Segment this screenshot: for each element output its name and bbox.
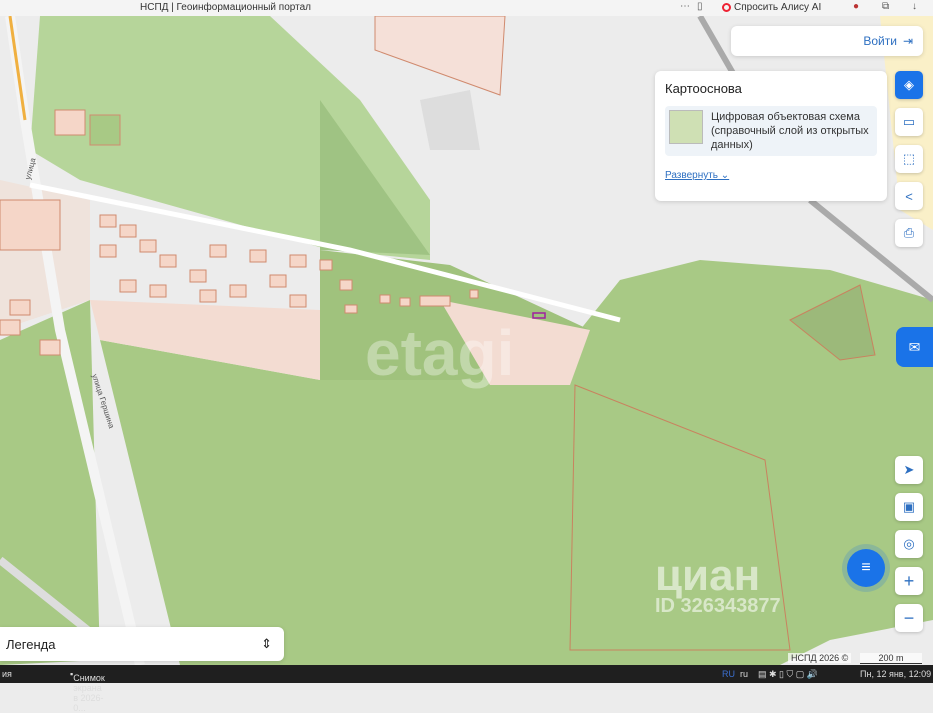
geo-search-icon: ◎ — [903, 536, 915, 551]
support-icon: ✉ — [908, 338, 921, 355]
basemap-panel: Картооснова Цифровая объектовая схема (с… — [655, 71, 887, 201]
etagi-watermark: etagi — [365, 317, 515, 389]
legend-toggle[interactable]: Легенда ⇕ — [0, 627, 284, 661]
tab-title[interactable]: НСПД | Геоинформационный портал — [140, 2, 311, 13]
layer-name: Цифровая объектовая схема (справочный сл… — [711, 111, 869, 151]
tray-icons[interactable]: ▤ ✱ ▯ ⛉ ▢ 🔊 — [758, 669, 818, 680]
print-icon: ⎙ — [903, 225, 915, 240]
area-select-icon: ⬚ — [902, 151, 916, 166]
share-icon: < — [905, 188, 913, 204]
basemap-title: Картооснова — [665, 81, 742, 96]
support-button[interactable]: ✉ — [896, 327, 933, 367]
chat-button[interactable]: ≡ — [847, 549, 885, 587]
login-arrow-icon: ⇥ — [902, 34, 913, 48]
copy-icon[interactable]: ⧉ — [882, 1, 889, 12]
taskbar: ия ▪ Снимок экрана в 2026-0... RU ru ▤ ✱… — [0, 665, 933, 713]
area-select-button[interactable]: ⬚ — [895, 145, 923, 173]
download-icon[interactable]: ↓ — [912, 1, 917, 12]
ruler-button[interactable]: ▭ — [895, 108, 923, 136]
layers-edit-icon: ◈ — [904, 77, 914, 92]
keyboard-layout[interactable]: ru — [740, 669, 748, 679]
legend-label: Легенда — [6, 636, 56, 652]
chevron-updown-icon: ⇕ — [261, 636, 272, 651]
extension-icon[interactable]: ● — [853, 1, 859, 12]
alice-icon — [722, 3, 731, 12]
browser-bar: НСПД | Геоинформационный портал ⋯ ▯ Спро… — [0, 0, 933, 16]
taskbar-left-text: ия — [2, 669, 12, 679]
lang-indicator[interactable]: RU — [722, 669, 735, 679]
layers-edit-button[interactable]: ◈ — [895, 71, 923, 99]
scale-bar: 200 m — [860, 653, 922, 664]
geo-search-button[interactable]: ◎ — [895, 530, 923, 558]
clock[interactable]: Пн, 12 янв, 12:09 — [860, 669, 931, 679]
minimap-icon: ▣ — [902, 499, 916, 514]
minimap-button[interactable]: ▣ — [895, 493, 923, 521]
print-button[interactable]: ⎙ — [895, 219, 923, 247]
attribution: НСПД 2026 © — [788, 653, 852, 663]
share-button[interactable]: < — [895, 182, 923, 210]
locate-button[interactable]: ➤ — [895, 456, 923, 484]
zoom-out-button[interactable]: − — [895, 604, 923, 632]
alice-label: Спросить Алису AI — [734, 2, 822, 13]
expand-link[interactable]: Развернуть ⌄ — [665, 170, 877, 181]
ruler-icon: ▭ — [902, 114, 916, 129]
cian-watermark: циан ID 326343877 — [655, 551, 781, 617]
more-icon[interactable]: ⋯ — [680, 1, 690, 12]
chat-icon: ≡ — [861, 559, 871, 576]
login-label: Войти — [863, 34, 897, 48]
login-button[interactable]: Войти ⇥ — [731, 26, 923, 56]
taskbar-window[interactable]: ▪ Снимок экрана в 2026-0... — [70, 669, 105, 713]
alice-button[interactable]: Спросить Алису AI — [722, 2, 821, 13]
bookmark-icon[interactable]: ▯ — [697, 1, 703, 12]
locate-icon: ➤ — [903, 462, 915, 477]
zoom-in-button[interactable]: + — [895, 567, 923, 595]
basemap-layer-item[interactable]: Цифровая объектовая схема (справочный сл… — [665, 106, 877, 156]
layer-thumbnail — [669, 110, 703, 144]
